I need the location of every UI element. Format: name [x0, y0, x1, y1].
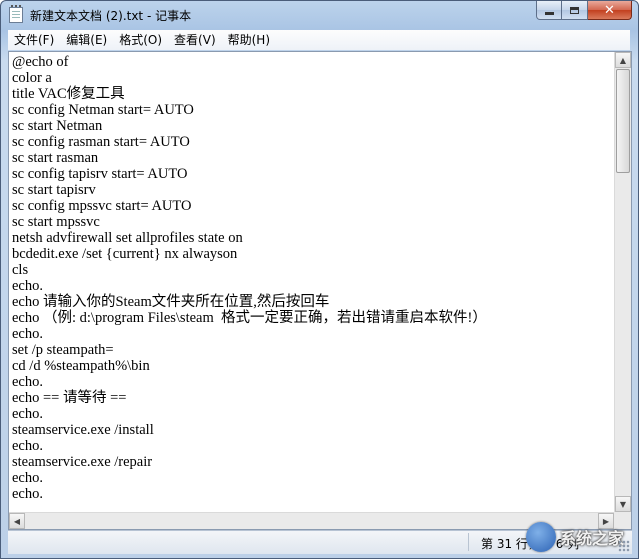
- menu-view[interactable]: 查看(V): [168, 30, 222, 50]
- text-line: sc start rasman: [12, 150, 99, 166]
- text-line: echo.: [12, 278, 43, 294]
- text-line: echo.: [12, 470, 43, 486]
- notepad-app-icon[interactable]: [9, 5, 23, 23]
- text-line: echo.: [12, 326, 43, 342]
- arrow-left-icon: ◀: [13, 516, 21, 526]
- watermark: 系统之家: [525, 522, 624, 552]
- vertical-scroll-thumb[interactable]: [616, 69, 630, 173]
- menu-bar: 文件(F) 编辑(E) 格式(O) 查看(V) 帮助(H): [8, 30, 630, 50]
- caption-buttons: ✕: [536, 1, 632, 20]
- watermark-text: 系统之家: [559, 529, 624, 548]
- status-divider: [468, 533, 469, 551]
- text-line: echo 请输入你的Steam文件夹所在位置,然后按回车: [12, 294, 330, 310]
- notepad-window: 新建文本文档 (2).txt - 记事本 ✕ 文件(F) 编辑(E) 格式(O)…: [0, 0, 639, 559]
- scroll-left-button[interactable]: ◀: [9, 513, 25, 529]
- text-line: echo （例: d:\program Files\steam 格式一定要正确，…: [12, 310, 487, 326]
- text-editor[interactable]: @echo of color a title VAC修复工具 sc config…: [8, 51, 632, 530]
- text-line: cls: [12, 262, 29, 278]
- text-line: cd /d %steampath%\bin: [12, 358, 150, 374]
- text-line: netsh advfirewall set allprofiles state …: [12, 230, 243, 246]
- text-line: echo.: [12, 438, 43, 454]
- text-line: sc config mpssvc start= AUTO: [12, 198, 192, 214]
- text-line: echo == 请等待 ==: [12, 390, 127, 406]
- editor-text-area[interactable]: @echo of color a title VAC修复工具 sc config…: [9, 52, 614, 512]
- horizontal-scrollbar[interactable]: ◀ ▶: [9, 512, 614, 529]
- menu-help[interactable]: 帮助(H): [222, 30, 276, 50]
- text-line: echo.: [12, 486, 43, 502]
- scroll-down-button[interactable]: ▼: [615, 496, 631, 512]
- close-button[interactable]: ✕: [588, 1, 632, 20]
- minimize-button[interactable]: [536, 1, 562, 20]
- vertical-scrollbar[interactable]: ▲ ▼: [614, 52, 631, 512]
- arrow-up-icon: ▲: [619, 55, 627, 65]
- close-icon: ✕: [604, 2, 615, 18]
- watermark-logo-icon: [525, 522, 556, 552]
- text-line: sc config Netman start= AUTO: [12, 102, 194, 118]
- maximize-button[interactable]: [562, 1, 588, 20]
- arrow-down-icon: ▼: [619, 499, 627, 509]
- text-line: echo.: [12, 406, 43, 422]
- menu-file[interactable]: 文件(F): [8, 30, 60, 50]
- text-line: set /p steampath=: [12, 342, 114, 358]
- text-line: steamservice.exe /install: [12, 422, 154, 438]
- text-line: title VAC修复工具: [12, 86, 125, 102]
- text-line: sc start mpssvc: [12, 214, 100, 230]
- minimize-icon: [544, 11, 554, 15]
- window-title: 新建文本文档 (2).txt - 记事本: [30, 9, 192, 23]
- text-line: sc config tapisrv start= AUTO: [12, 166, 188, 182]
- scroll-up-button[interactable]: ▲: [615, 52, 631, 68]
- maximize-icon: [570, 6, 579, 14]
- text-line: color a: [12, 70, 52, 86]
- text-line: steamservice.exe /repair: [12, 454, 153, 470]
- resize-grip-icon[interactable]: [618, 540, 630, 552]
- text-line: bcdedit.exe /set {current} nx alwayson: [12, 246, 238, 262]
- text-line: sc config rasman start= AUTO: [12, 134, 190, 150]
- menu-edit[interactable]: 编辑(E): [60, 30, 113, 50]
- text-line: sc start tapisrv: [12, 182, 96, 198]
- title-bar[interactable]: 新建文本文档 (2).txt - 记事本 ✕: [1, 1, 638, 30]
- menu-format[interactable]: 格式(O): [113, 30, 168, 50]
- text-line: @echo of: [12, 54, 69, 70]
- text-line: echo.: [12, 374, 43, 390]
- text-line: sc start Netman: [12, 118, 103, 134]
- status-bar: 第 31 行，第 6 列 系统之家: [8, 522, 632, 554]
